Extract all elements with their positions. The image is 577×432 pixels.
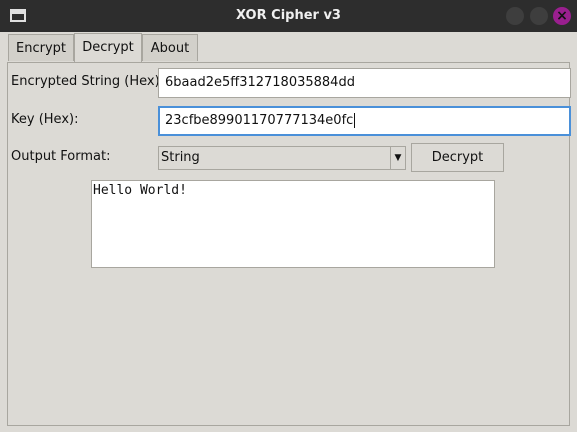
- output-text: Hello World!: [93, 183, 187, 198]
- close-button[interactable]: ×: [553, 7, 571, 25]
- tab-about[interactable]: About: [142, 34, 198, 61]
- encrypted-string-input[interactable]: 6baad2e5ff312718035884dd: [158, 68, 571, 98]
- encrypted-string-label: Encrypted String (Hex):: [11, 74, 165, 89]
- maximize-button[interactable]: [530, 7, 548, 25]
- minimize-button[interactable]: [506, 7, 524, 25]
- encrypted-string-value: 6baad2e5ff312718035884dd: [165, 75, 355, 90]
- tab-encrypt[interactable]: Encrypt: [8, 34, 74, 61]
- app-window: XOR Cipher v3 × Encrypt About Decrypt En…: [0, 0, 577, 432]
- title-bar[interactable]: XOR Cipher v3 ×: [0, 0, 577, 32]
- text-caret: [354, 113, 356, 128]
- output-format-selected: String: [161, 150, 200, 165]
- output-format-label: Output Format:: [11, 149, 111, 164]
- chevron-down-icon[interactable]: ▼: [390, 147, 405, 169]
- tab-decrypt[interactable]: Decrypt: [74, 33, 142, 62]
- key-value: 23cfbe89901170777134e0fc: [165, 113, 354, 128]
- window-title: XOR Cipher v3: [236, 8, 341, 23]
- key-input[interactable]: 23cfbe89901170777134e0fc: [158, 106, 571, 136]
- output-text-area[interactable]: Hello World!: [91, 180, 495, 268]
- decrypt-button[interactable]: Decrypt: [411, 143, 504, 172]
- output-format-select[interactable]: String ▼: [158, 146, 406, 170]
- key-label: Key (Hex):: [11, 112, 79, 127]
- close-icon: ×: [556, 8, 568, 24]
